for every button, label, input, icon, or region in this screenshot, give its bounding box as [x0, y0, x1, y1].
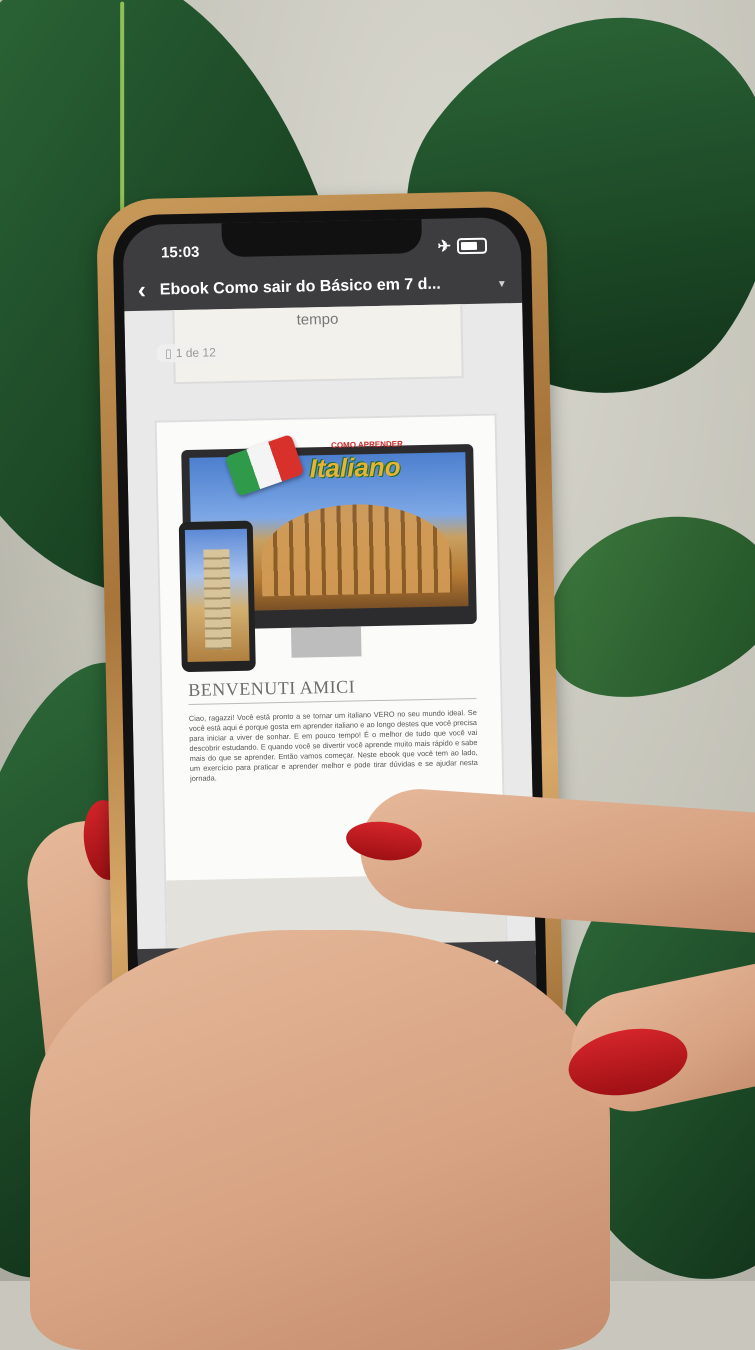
document-title[interactable]: Ebook Como sair do Básico em 7 d...: [160, 275, 482, 300]
tablet-screen: [184, 528, 250, 662]
page-body-text: Ciao, ragazzi! Você está pronto a se tor…: [188, 707, 478, 783]
battery-icon: [456, 237, 488, 255]
colosseum: [260, 502, 453, 597]
notch: [221, 218, 423, 258]
back-chevron-left-icon[interactable]: ‹: [124, 276, 161, 305]
page-heading: BENVENUTI AMICI: [188, 676, 356, 700]
phone-bezel: 15:03 ✈ ‹ Ebook Como sair do Básico em 7…: [112, 206, 548, 1054]
logo-subtitle: COMO APRENDER: [331, 439, 403, 450]
phone-screen: 15:03 ✈ ‹ Ebook Como sair do Básico em 7…: [122, 216, 538, 1044]
holding-hand: [30, 930, 610, 1350]
airplane-mode-icon: ✈: [437, 238, 452, 256]
page-indicator: ▯ 1 de 12: [156, 343, 225, 363]
tablet-image: [178, 520, 256, 673]
page-indicator-label: 1 de 12: [175, 345, 216, 361]
page-icon: ▯: [165, 346, 172, 361]
monitor-stand: [290, 626, 362, 658]
status-time: 15:03: [160, 243, 200, 262]
chevron-down-icon[interactable]: ▾: [482, 276, 522, 291]
logo-text: Italiano: [309, 451, 401, 484]
status-icons: ✈: [437, 236, 488, 257]
leaning-tower: [203, 549, 232, 650]
